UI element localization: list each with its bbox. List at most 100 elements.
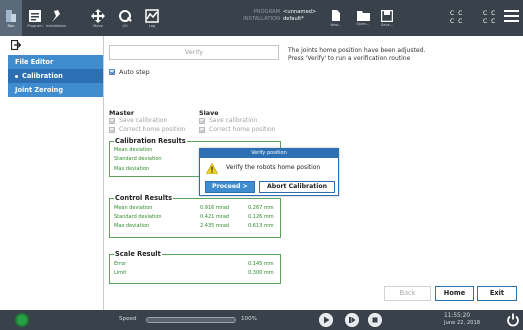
run-icon xyxy=(6,9,16,22)
checkbox-icon xyxy=(199,126,205,133)
open-file-button[interactable]: Open... xyxy=(355,0,371,36)
new-file-button[interactable]: New... xyxy=(329,0,343,36)
dialog-title: Verify position xyxy=(200,149,338,158)
checkbox-label: Correct home position xyxy=(119,126,186,133)
row-label: Mean deviation xyxy=(114,205,153,211)
cc-status-1: C CC C xyxy=(450,10,464,25)
top-bar: Run Program Installation Move I/O Log PR… xyxy=(0,0,523,36)
checkbox-label: Save calibration xyxy=(119,117,168,124)
checkbox-label: Save calibration xyxy=(209,117,258,124)
verify-button[interactable]: Verify xyxy=(109,45,279,60)
scale-result-title: Scale Result xyxy=(114,250,162,258)
program-info: PROGRAM <unnamed> INSTALLATION default* xyxy=(230,9,316,23)
tab-program-label: Program xyxy=(27,23,43,28)
new-file-icon xyxy=(332,10,340,21)
power-off-icon[interactable] xyxy=(506,313,520,327)
checkbox-icon xyxy=(109,117,115,124)
row-mrad: 0.916 mrad xyxy=(200,205,230,211)
row-mm: 0.126 mm xyxy=(248,214,274,220)
save-file-button[interactable]: Save... xyxy=(379,0,395,36)
power-status-icon[interactable] xyxy=(15,313,29,327)
speed-label: Speed xyxy=(119,316,137,322)
proceed-button[interactable]: Proceed > xyxy=(205,181,255,193)
io-icon xyxy=(119,9,132,22)
program-icon xyxy=(29,9,41,22)
tab-installation-label: Installation xyxy=(46,23,66,28)
master-heading: Master xyxy=(109,109,135,117)
sidebar-item-file-editor[interactable]: File Editor xyxy=(8,55,103,69)
tab-log-label: Log xyxy=(148,23,156,28)
sidebar-item-joint-zeroing[interactable]: Joint Zeroing xyxy=(8,83,103,97)
checkbox-icon xyxy=(109,69,115,75)
tab-move[interactable]: Move xyxy=(90,0,106,36)
row-mm: 0.267 mm xyxy=(248,205,274,211)
row-mm: 0.145 mm xyxy=(248,261,274,267)
exit-button[interactable]: Exit xyxy=(477,286,517,301)
sidebar-item-label: Calibration xyxy=(22,72,63,80)
calibration-results-title: Calibration Results xyxy=(114,137,187,145)
info-line-2: Press 'Verify' to run a verification rou… xyxy=(288,54,411,62)
program-value: <unnamed> xyxy=(283,9,317,15)
tab-move-label: Move xyxy=(93,23,103,28)
row-label: Max deviation xyxy=(114,223,150,229)
tab-io-label: I/O xyxy=(122,23,128,28)
auto-step-checkbox[interactable]: Auto step xyxy=(109,68,150,76)
row-mrad: 0.421 mrad xyxy=(200,214,230,220)
abort-calibration-button[interactable]: Abort Calibration xyxy=(259,181,335,193)
verify-position-dialog: Verify position Verify the robots home p… xyxy=(199,148,339,196)
row-label: Standard deviation xyxy=(114,214,162,220)
cc-status-2: C CC C xyxy=(483,10,497,25)
speed-value: 100% xyxy=(241,316,257,322)
scale-result-group: Scale Result Error 0.145 mm Limit 0.300 … xyxy=(109,250,281,284)
active-dot-icon xyxy=(15,74,18,78)
program-key: PROGRAM xyxy=(253,9,280,15)
row-mm: 0.300 mm xyxy=(248,270,274,276)
info-message: The joints home position have been adjus… xyxy=(288,47,488,62)
installation-value: default* xyxy=(283,16,304,22)
tab-log[interactable]: Log xyxy=(143,0,161,36)
save-file-label: Save... xyxy=(380,22,394,27)
info-line-1: The joints home position have been adjus… xyxy=(288,47,426,54)
slave-save-calibration-checkbox[interactable]: Save calibration xyxy=(199,117,257,124)
tab-run[interactable]: Run xyxy=(0,0,22,36)
footer-bar: Speed 100% 11:55:20 June 22, 2018 xyxy=(0,310,523,330)
exit-icon[interactable] xyxy=(11,40,21,50)
speed-slider-fill xyxy=(147,318,235,322)
open-file-label: Open... xyxy=(356,22,370,26)
clock-date: June 22, 2018 xyxy=(444,320,481,326)
master-save-calibration-checkbox[interactable]: Save calibration xyxy=(109,117,167,124)
row-label: Max deviation xyxy=(114,166,150,172)
speed-slider[interactable] xyxy=(146,317,236,323)
home-button[interactable]: Home xyxy=(435,286,474,301)
row-label: Limit xyxy=(114,270,127,276)
row-label: Mean deviation xyxy=(114,147,153,153)
save-icon xyxy=(381,9,393,22)
row-label: Error xyxy=(114,261,127,267)
play-icon[interactable] xyxy=(319,313,333,327)
auto-step-label: Auto step xyxy=(119,68,150,76)
new-file-label: New... xyxy=(330,23,342,27)
slave-heading: Slave xyxy=(199,109,219,117)
tab-io[interactable]: I/O xyxy=(116,0,134,36)
move-icon xyxy=(91,8,105,23)
tab-installation[interactable]: Installation xyxy=(45,0,67,36)
tab-run-label: Run xyxy=(7,23,15,28)
installation-icon xyxy=(52,9,60,22)
clock-time: 11:55:20 xyxy=(444,313,471,319)
stop-icon[interactable] xyxy=(368,313,382,327)
control-results-title: Control Results xyxy=(114,194,174,202)
installation-key: INSTALLATION xyxy=(243,16,280,22)
master-correct-home-checkbox[interactable]: Correct home position xyxy=(109,126,186,133)
step-icon[interactable] xyxy=(345,313,359,327)
row-label: Standard deviation xyxy=(114,156,162,162)
checkbox-label: Correct home position xyxy=(209,126,276,133)
hamburger-menu-icon[interactable] xyxy=(504,10,519,23)
row-mm: 0.613 mm xyxy=(248,223,274,229)
clock: 11:55:20 June 22, 2018 xyxy=(444,313,480,327)
checkbox-icon xyxy=(199,117,205,124)
back-button[interactable]: Back xyxy=(384,286,431,301)
checkbox-icon xyxy=(109,126,115,133)
slave-correct-home-checkbox[interactable]: Correct home position xyxy=(199,126,276,133)
tab-program[interactable]: Program xyxy=(23,0,47,36)
sidebar-item-calibration[interactable]: Calibration xyxy=(8,69,103,83)
